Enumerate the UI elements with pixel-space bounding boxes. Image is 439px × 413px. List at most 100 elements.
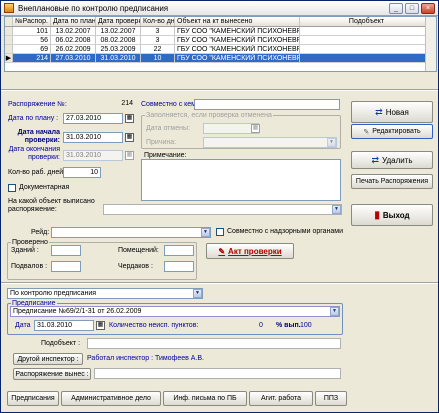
col-header[interactable]: Дата проверки [96, 17, 141, 26]
tab-admin-case[interactable]: Административное дело [61, 391, 161, 406]
header-indicator [5, 17, 13, 26]
calendar-icon[interactable]: ▦ [96, 321, 105, 330]
col-header[interactable]: Объект на кт вынесено [175, 17, 300, 26]
col-header[interactable]: Подобъект [300, 17, 434, 26]
other-inspector-button[interactable]: Другой инспектор : [13, 353, 83, 365]
cell: 06.02.2008 [51, 36, 96, 44]
rooms-label: Помещений: [118, 247, 159, 254]
percent-value: 100 [300, 322, 312, 329]
end-date-label: Дата окончания проверки: [8, 146, 60, 161]
print-button[interactable]: Печать Распоряжения [351, 174, 433, 189]
divider [1, 282, 438, 284]
attics-field[interactable] [164, 261, 194, 272]
reason-label: Причина: [146, 139, 177, 146]
cell: 22 [141, 45, 175, 53]
calendar-icon: ▦ [125, 151, 134, 160]
basements-field[interactable] [51, 261, 81, 272]
exit-button[interactable]: ▮ Выход [351, 204, 433, 226]
calendar-icon[interactable]: ▦ [125, 114, 134, 123]
cell: ГБУ СОО "КАМЕНСКИЙ ПСИХОНЕВРОЛОГ [177, 54, 300, 62]
col-header[interactable]: Кол-во дней [141, 17, 175, 26]
new-button[interactable]: ⇄ Новая [351, 101, 433, 123]
rasp-label: Распоряжение №: [8, 101, 67, 108]
minimize-button[interactable]: _ [389, 3, 403, 14]
exit-icon: ▮ [374, 209, 380, 221]
tab-ppz[interactable]: ППЗ [315, 391, 347, 406]
unfulfilled-label: Количество неисп. пунктов: [109, 322, 199, 329]
col-header[interactable]: №Распор. [13, 17, 51, 26]
documentary-checkbox[interactable] [8, 184, 16, 192]
subobject-field[interactable] [87, 338, 341, 349]
table-row[interactable]: 101 13.02.2007 13.02.2007 3 ГБУ СОО "КАМ… [5, 27, 436, 36]
table-row[interactable]: 69 26.02.2009 25.03.2009 22 ГБУ СОО "КАМ… [5, 45, 436, 54]
cell: 26.02.2009 [51, 45, 96, 53]
object-label: На какой объект выписано распоряжение: [8, 198, 95, 213]
inspector-text: Работал инспектор : Тимофеев А.В. [87, 355, 204, 362]
chevron-down-icon[interactable]: ▼ [193, 289, 202, 298]
documentary-label: Документарная [19, 184, 70, 191]
rooms-field[interactable] [164, 245, 194, 256]
col-header[interactable]: Дата по плану [51, 17, 96, 26]
cell: 10 [141, 54, 175, 62]
buildings-field[interactable] [51, 245, 81, 256]
work-days-field[interactable]: 10 [63, 167, 101, 178]
divider [1, 89, 438, 91]
raid-select[interactable] [51, 227, 211, 238]
predpis-select[interactable]: Предписание №69/2/1-31 от 26.02.2009 [10, 306, 340, 317]
chevron-down-icon[interactable]: ▼ [201, 228, 210, 237]
object-select[interactable] [103, 204, 342, 215]
checked-label: Проверено [11, 239, 49, 246]
joint-supervision-label: Совместно с надзорными органами [227, 228, 344, 235]
issued-by-field[interactable] [94, 368, 341, 379]
start-date-label: Дата начала проверки: [17, 129, 60, 144]
main-window: Внеплановые по контролю предписания _ □ … [0, 0, 439, 413]
plan-date-field[interactable]: 27.03.2010 [63, 113, 123, 124]
attics-label: Чердаков : [118, 263, 153, 270]
cell: 13.02.2007 [51, 27, 96, 35]
joint-supervision-checkbox[interactable] [216, 228, 224, 236]
cell: 3 [141, 27, 175, 35]
cell: 13.02.2007 [96, 27, 141, 35]
joint-with-label: Совместно с кем: [141, 101, 198, 108]
cell: 56 [13, 36, 51, 44]
chevron-down-icon: ▼ [327, 138, 336, 147]
delete-button[interactable]: ⇄ Удалить [351, 151, 433, 169]
table-row[interactable]: 56 06.02.2008 08.02.2008 3 ГБУ СОО "КАМЕ… [5, 36, 436, 45]
title-bar: Внеплановые по контролю предписания _ □ … [1, 1, 438, 16]
percent-label: % вып. [276, 322, 301, 329]
close-button[interactable]: × [421, 3, 435, 14]
maximize-button[interactable]: □ [405, 3, 419, 14]
subobject-label: Подобъект : [41, 340, 81, 347]
control-type-select[interactable]: По контролю предписания [7, 288, 203, 299]
cell: 3 [141, 36, 175, 44]
cell [300, 54, 434, 62]
issued-by-button[interactable]: Распоряжение вынес : [13, 368, 91, 380]
buildings-label: Зданий : [11, 247, 39, 254]
cell: ГБУ СОО "КАМЕНСКИЙ ПСИХОНЕВРОЛОГ [177, 27, 300, 35]
cell: 101 [13, 27, 51, 35]
edit-button[interactable]: ✎ Редактировать [351, 124, 433, 139]
start-date-field[interactable]: 31.03.2010 [63, 132, 123, 143]
unfulfilled-value: 0 [259, 322, 263, 329]
act-button[interactable]: ✎ Акт проверки [206, 243, 294, 259]
row-indicator: ▶ [5, 54, 13, 62]
row-indicator [5, 45, 13, 53]
new-icon: ⇄ [375, 106, 383, 117]
end-date-field: 31.03.2010 [63, 150, 123, 161]
grid-scrollbar[interactable] [425, 17, 436, 71]
tab-predpisaniya[interactable]: Предписания [7, 391, 59, 406]
joint-with-field[interactable] [194, 99, 340, 110]
cancel-note: Заполняется, если проверка отменена [145, 112, 273, 119]
rasp-number-field[interactable]: 214 [71, 99, 135, 110]
note-textarea[interactable] [141, 159, 341, 201]
cell: 25.03.2009 [96, 45, 141, 53]
records-grid[interactable]: №Распор. Дата по плану Дата проверки Кол… [4, 16, 437, 72]
calendar-icon[interactable]: ▦ [125, 133, 134, 142]
chevron-down-icon[interactable]: ▼ [330, 307, 339, 316]
tab-agit-work[interactable]: Агит. работа [249, 391, 313, 406]
predpis-date-field[interactable]: 31.03.2010 [34, 320, 94, 331]
chevron-down-icon[interactable]: ▼ [332, 205, 341, 214]
tab-info-letters[interactable]: Инф. письма по ПБ [163, 391, 247, 406]
table-row-selected[interactable]: ▶ 214 27.03.2010 31.03.2010 10 ГБУ СОО "… [5, 54, 436, 63]
cell: ГБУ СОО "КАМЕНСКИЙ ПСИХОНЕВРОЛОГ [177, 36, 300, 44]
